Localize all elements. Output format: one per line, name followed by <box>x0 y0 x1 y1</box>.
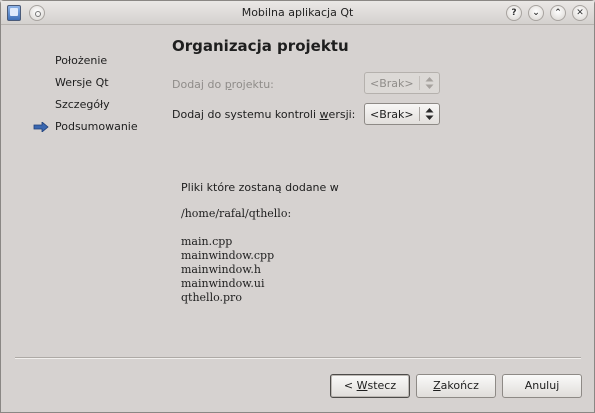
close-button[interactable]: ✕ <box>572 5 588 21</box>
sidebar-item-summary: Podsumowanie <box>55 120 138 133</box>
file-list-item: mainwindow.h <box>181 263 261 276</box>
file-list-item: mainwindow.ui <box>181 277 265 290</box>
sidebar-item-qt-versions: Wersje Qt <box>55 76 109 89</box>
add-to-project-value: <Brak> <box>370 77 414 90</box>
spin-arrows-icon <box>425 108 434 120</box>
finish-button[interactable]: Zakończ <box>416 374 496 398</box>
file-list-item: main.cpp <box>181 235 233 248</box>
file-list-item: mainwindow.cpp <box>181 249 275 262</box>
add-to-vcs-label: Dodaj do systemu kontroli wersji: <box>172 108 356 121</box>
title-bar[interactable]: Mobilna aplikacja Qt ? ⌄ ⌃ ✕ <box>1 1 594 25</box>
maximize-button[interactable]: ⌃ <box>550 5 566 21</box>
minimize-button[interactable]: ⌄ <box>528 5 544 21</box>
add-to-project-combo[interactable]: <Brak> <box>364 72 440 94</box>
file-list: main.cpp mainwindow.cpp mainwindow.h mai… <box>181 235 274 305</box>
project-path: /home/rafal/qthello: <box>181 207 292 220</box>
file-list-item: qthello.pro <box>181 291 242 304</box>
page-title: Organizacja projektu <box>172 37 349 55</box>
sidebar-item-details: Szczegóły <box>55 98 110 111</box>
sidebar-item-location: Położenie <box>55 54 108 67</box>
button-divider <box>15 357 581 359</box>
spin-arrows-icon <box>425 77 434 89</box>
add-to-vcs-combo[interactable]: <Brak> <box>364 103 440 125</box>
files-info-text: Pliki które zostaną dodane w <box>181 181 339 194</box>
cancel-button[interactable]: Anuluj <box>502 374 582 398</box>
add-to-project-label: Dodaj do projektu: <box>172 78 274 91</box>
add-to-vcs-value: <Brak> <box>370 108 414 121</box>
back-button[interactable]: < Wstecz <box>330 374 410 398</box>
help-button[interactable]: ? <box>506 5 522 21</box>
wizard-window: Mobilna aplikacja Qt ? ⌄ ⌃ ✕ Położenie W… <box>0 0 595 413</box>
current-step-arrow-icon <box>33 122 49 132</box>
